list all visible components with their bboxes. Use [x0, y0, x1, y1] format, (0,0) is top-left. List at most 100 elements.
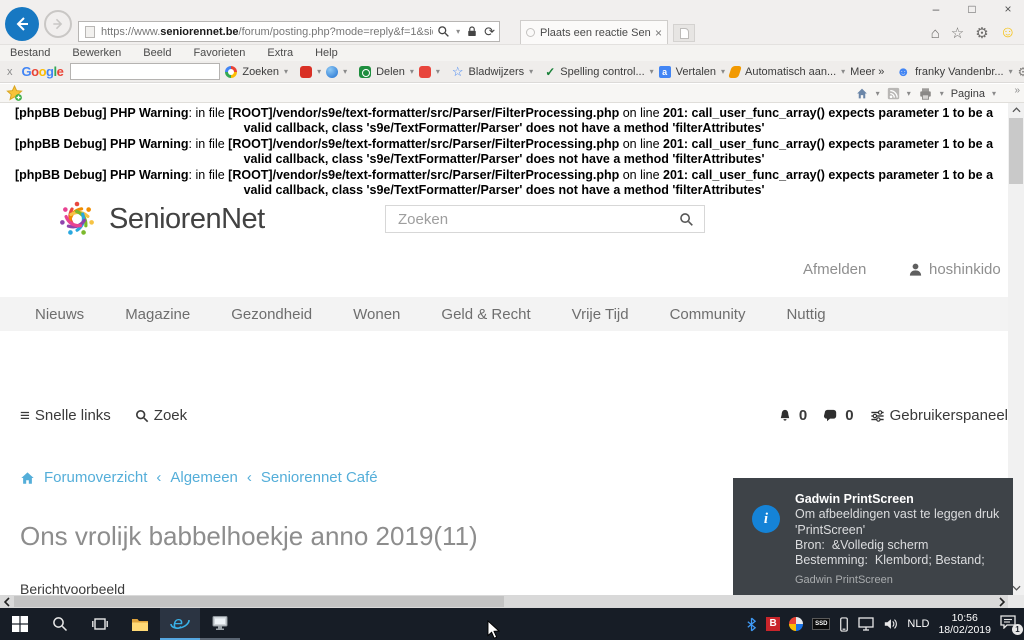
chevron-down-icon[interactable]: ▾: [1009, 68, 1013, 76]
scroll-left-button[interactable]: [0, 595, 13, 608]
toolbar-red-icon[interactable]: [300, 66, 312, 78]
gadwin-printscreen-button[interactable]: [200, 608, 240, 640]
nav-magazine[interactable]: Magazine: [125, 306, 190, 323]
volume-icon[interactable]: [883, 617, 898, 631]
vertical-scrollbar-thumb[interactable]: [1009, 118, 1023, 184]
user-menu[interactable]: hoshinkido: [908, 261, 1001, 278]
forum-search-button[interactable]: Zoek: [135, 407, 187, 424]
favorites-star-icon[interactable]: ☆: [951, 24, 964, 42]
site-logo[interactable]: SeniorenNet: [55, 197, 265, 241]
feedback-smiley-icon[interactable]: ☺: [1000, 24, 1016, 42]
spellcheck-button[interactable]: Spelling control...: [560, 66, 644, 78]
share-button[interactable]: Delen: [376, 66, 405, 78]
brand-name[interactable]: SeniorenNet: [109, 203, 265, 236]
chevron-down-icon[interactable]: ▾: [317, 68, 321, 76]
google-g-icon[interactable]: [225, 66, 237, 78]
chevron-down-icon[interactable]: ▾: [876, 90, 880, 98]
taskbar-clock[interactable]: 10:5618/02/2019: [938, 612, 991, 636]
autofill-icon[interactable]: [728, 66, 742, 78]
site-search-input[interactable]: [396, 210, 679, 229]
minimize-button[interactable]: –: [926, 2, 946, 16]
wrench-icon[interactable]: ⚙: [1018, 66, 1024, 78]
chevron-down-icon[interactable]: ▾: [529, 68, 533, 76]
pagina-menu[interactable]: Pagina: [951, 88, 985, 100]
bookmarks-button[interactable]: Bladwijzers: [469, 66, 525, 78]
translate-icon[interactable]: a: [659, 66, 671, 78]
home-icon[interactable]: ⌂: [931, 25, 940, 42]
google-search-button[interactable]: Zoeken: [242, 66, 279, 78]
translate-button[interactable]: Vertalen: [676, 66, 716, 78]
menu-extra[interactable]: Extra: [267, 47, 293, 59]
task-view-button[interactable]: [80, 608, 120, 640]
scroll-up-button[interactable]: [1008, 103, 1024, 117]
usb-device-icon[interactable]: [839, 617, 849, 632]
chevron-down-icon[interactable]: ▾: [650, 68, 654, 76]
scroll-right-button[interactable]: [995, 595, 1008, 608]
toolbar-red2-icon[interactable]: [419, 66, 431, 78]
bluetooth-icon[interactable]: [746, 617, 757, 632]
defender-tray-icon[interactable]: [789, 617, 803, 631]
network-monitor-icon[interactable]: [858, 617, 874, 631]
chevron-down-icon[interactable]: ▾: [284, 68, 288, 76]
chevron-down-icon[interactable]: ▾: [436, 68, 440, 76]
start-button[interactable]: [0, 608, 40, 640]
more-button[interactable]: Meer »: [850, 66, 884, 78]
breadcrumb-seniorennet-cafe[interactable]: Seniorennet Café: [261, 469, 378, 486]
nav-community[interactable]: Community: [670, 306, 746, 323]
rss-feed-icon[interactable]: [887, 87, 900, 100]
address-bar[interactable]: https://www.seniorennet.be/forum/posting…: [78, 21, 500, 42]
account-icon[interactable]: ☻: [896, 65, 910, 78]
search-icon[interactable]: [437, 25, 450, 38]
taskbar-search-button[interactable]: [40, 608, 80, 640]
search-icon[interactable]: [679, 212, 694, 227]
home-icon[interactable]: [20, 471, 35, 485]
action-center-button[interactable]: 1: [1000, 615, 1020, 633]
account-button[interactable]: franky Vandenbr...: [915, 66, 1003, 78]
tab-close-icon[interactable]: ×: [655, 26, 662, 40]
new-tab-button[interactable]: [673, 24, 695, 42]
toolbar-close-icon[interactable]: x: [3, 66, 17, 78]
nav-wonen[interactable]: Wonen: [353, 306, 400, 323]
breadcrumb-forumoverzicht[interactable]: Forumoverzicht: [44, 469, 147, 486]
nav-vrije-tijd[interactable]: Vrije Tijd: [572, 306, 629, 323]
messages-button[interactable]: 0: [823, 407, 853, 424]
toast-notification[interactable]: i Gadwin PrintScreen Om afbeeldingen vas…: [733, 478, 1013, 595]
chevron-down-icon[interactable]: ▾: [410, 68, 414, 76]
breadcrumb-algemeen[interactable]: Algemeen: [170, 469, 238, 486]
site-search-box[interactable]: [385, 205, 705, 233]
antivirus-tray-icon[interactable]: B: [766, 617, 780, 631]
notifications-button[interactable]: 0: [778, 407, 807, 424]
forward-button[interactable]: [44, 10, 72, 38]
chevron-down-icon[interactable]: ▾: [940, 90, 944, 98]
internet-explorer-button[interactable]: e: [160, 608, 200, 640]
toolbar-overflow-icon[interactable]: »: [1014, 85, 1020, 96]
user-panel-button[interactable]: Gebruikerspaneel: [870, 407, 1008, 424]
toolbar-blue-icon[interactable]: [326, 66, 338, 78]
back-button[interactable]: [5, 7, 39, 41]
chevron-down-icon[interactable]: ▾: [343, 68, 347, 76]
close-button[interactable]: ×: [998, 2, 1018, 16]
chevron-down-icon[interactable]: ▾: [721, 68, 725, 76]
maximize-button[interactable]: □: [962, 2, 982, 16]
url-text[interactable]: https://www.seniorennet.be/forum/posting…: [101, 26, 433, 38]
google-search-input[interactable]: [70, 63, 220, 80]
nav-nuttig[interactable]: Nuttig: [786, 306, 825, 323]
autofill-button[interactable]: Automatisch aan...: [745, 66, 836, 78]
spellcheck-icon[interactable]: ✓: [545, 66, 555, 78]
quick-links-button[interactable]: ≡Snelle links: [20, 407, 111, 424]
chevron-down-icon[interactable]: ▾: [907, 90, 911, 98]
chevron-down-icon[interactable]: ▾: [992, 90, 996, 98]
menu-bewerken[interactable]: Bewerken: [72, 47, 121, 59]
menu-bestand[interactable]: Bestand: [10, 47, 50, 59]
ssd-tray-icon[interactable]: SSD: [812, 618, 830, 630]
chevron-down-icon[interactable]: ▾: [841, 68, 845, 76]
logout-link[interactable]: Afmelden: [803, 261, 866, 278]
refresh-icon[interactable]: ⟳: [484, 24, 495, 40]
menu-favorieten[interactable]: Favorieten: [193, 47, 245, 59]
nav-nieuws[interactable]: Nieuws: [35, 306, 84, 323]
nav-geld-recht[interactable]: Geld & Recht: [441, 306, 530, 323]
menu-help[interactable]: Help: [315, 47, 338, 59]
menu-beeld[interactable]: Beeld: [143, 47, 171, 59]
file-explorer-button[interactable]: [120, 608, 160, 640]
nav-gezondheid[interactable]: Gezondheid: [231, 306, 312, 323]
